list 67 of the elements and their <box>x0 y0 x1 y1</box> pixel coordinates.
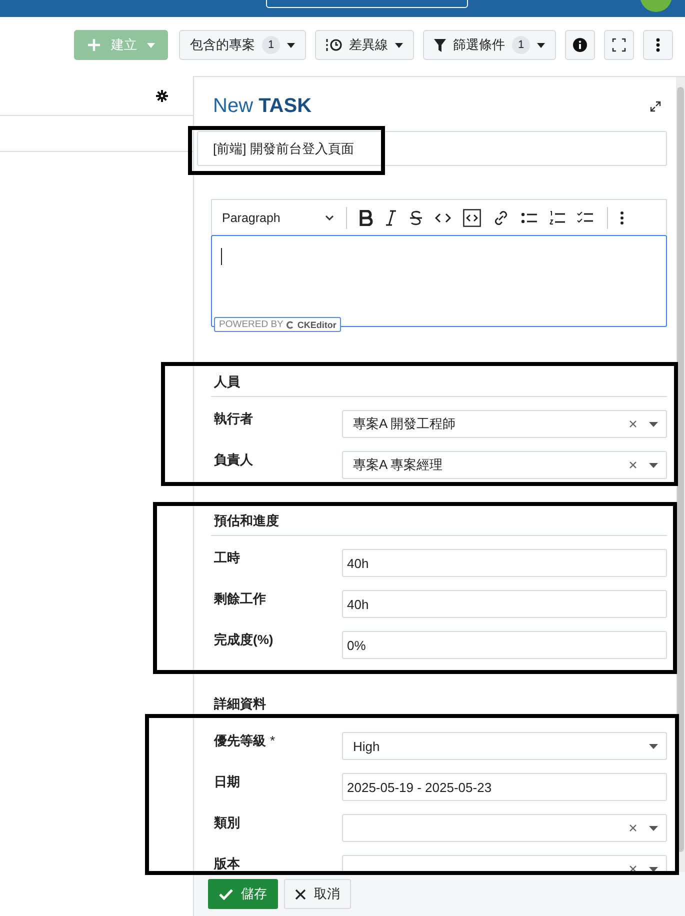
close-icon <box>295 888 306 900</box>
code-icon[interactable] <box>435 212 451 224</box>
italic-icon[interactable] <box>385 210 397 226</box>
field-label: 完成度(%) <box>214 632 274 648</box>
caret-icon <box>395 42 403 48</box>
caret-icon <box>649 744 658 748</box>
input-field[interactable]: 0% <box>342 631 667 659</box>
check-icon <box>219 888 233 900</box>
select-field[interactable]: 專案A 開發工程師 <box>342 410 667 438</box>
subject-field[interactable]: [前端] 開發前台登入頁面 <box>197 131 667 166</box>
strikethrough-icon[interactable] <box>409 210 423 226</box>
count-badge: 1 <box>512 36 530 54</box>
caret-icon <box>537 42 545 48</box>
fullscreen-button[interactable] <box>604 30 634 60</box>
field-label: 剩餘工作 <box>214 591 266 607</box>
numbered-list-icon[interactable] <box>549 210 565 224</box>
text-cursor <box>221 248 222 265</box>
caret-icon <box>147 42 155 48</box>
todo-list-icon[interactable] <box>577 211 593 224</box>
input-field[interactable]: 40h <box>342 590 667 618</box>
select-field[interactable]: 專案A 專案經理 <box>342 451 667 479</box>
caret-icon <box>287 42 295 48</box>
code-block-icon[interactable] <box>463 208 481 226</box>
plus-icon <box>87 38 101 52</box>
panel-title: New TASK <box>213 94 312 118</box>
input-field[interactable]: 40h <box>342 549 667 577</box>
caret-icon <box>649 826 658 830</box>
clock-icon <box>326 38 342 52</box>
clear-icon[interactable] <box>629 865 637 872</box>
expand-icon <box>612 38 626 52</box>
field-label: 版本 <box>214 856 240 872</box>
more-icon[interactable] <box>620 210 624 224</box>
expand-icon[interactable] <box>650 100 661 112</box>
filter-icon <box>434 38 446 52</box>
save-button[interactable]: 儲存 <box>208 879 278 909</box>
input-field[interactable]: 2025-05-19 - 2025-05-23 <box>342 773 667 801</box>
bulleted-list-icon[interactable] <box>521 212 537 224</box>
bold-icon[interactable] <box>359 210 373 226</box>
section-heading: 詳細資料 <box>212 696 267 713</box>
field-label: 工時 <box>214 550 240 566</box>
filter-button[interactable]: 篩選條件 1 <box>423 30 556 60</box>
select-field[interactable] <box>342 814 667 842</box>
settings-icon[interactable] <box>156 90 168 102</box>
more-icon <box>656 38 660 52</box>
field-label: 類別 <box>214 815 240 831</box>
ring-icon <box>286 320 294 328</box>
field-label: 負責人 <box>214 452 253 468</box>
info-icon <box>573 38 587 52</box>
more-button[interactable] <box>643 30 673 60</box>
link-icon[interactable] <box>493 210 509 226</box>
chevron-icon <box>325 214 334 220</box>
field-label: 優先等級 <box>214 733 266 749</box>
field-label: 執行者 <box>214 411 253 427</box>
baseline-button[interactable]: 差異線 <box>315 30 414 60</box>
count-badge: 1 <box>262 36 280 54</box>
caret-icon <box>649 422 658 426</box>
required-marker: * <box>270 733 276 749</box>
select-field[interactable]: High <box>342 732 667 760</box>
included-projects-button[interactable]: 包含的專案 1 <box>179 30 306 60</box>
paragraph-dropdown[interactable]: Paragraph <box>222 210 334 224</box>
caret-icon <box>649 462 658 468</box>
cancel-button[interactable]: 取消 <box>284 879 351 909</box>
info-button[interactable] <box>565 30 595 60</box>
powered-by-badge[interactable]: POWERED BY CKEditor <box>214 317 342 332</box>
section-heading: 人員 <box>211 374 667 397</box>
section-heading: 預估和進度 <box>211 513 667 536</box>
field-label: 日期 <box>214 774 240 790</box>
